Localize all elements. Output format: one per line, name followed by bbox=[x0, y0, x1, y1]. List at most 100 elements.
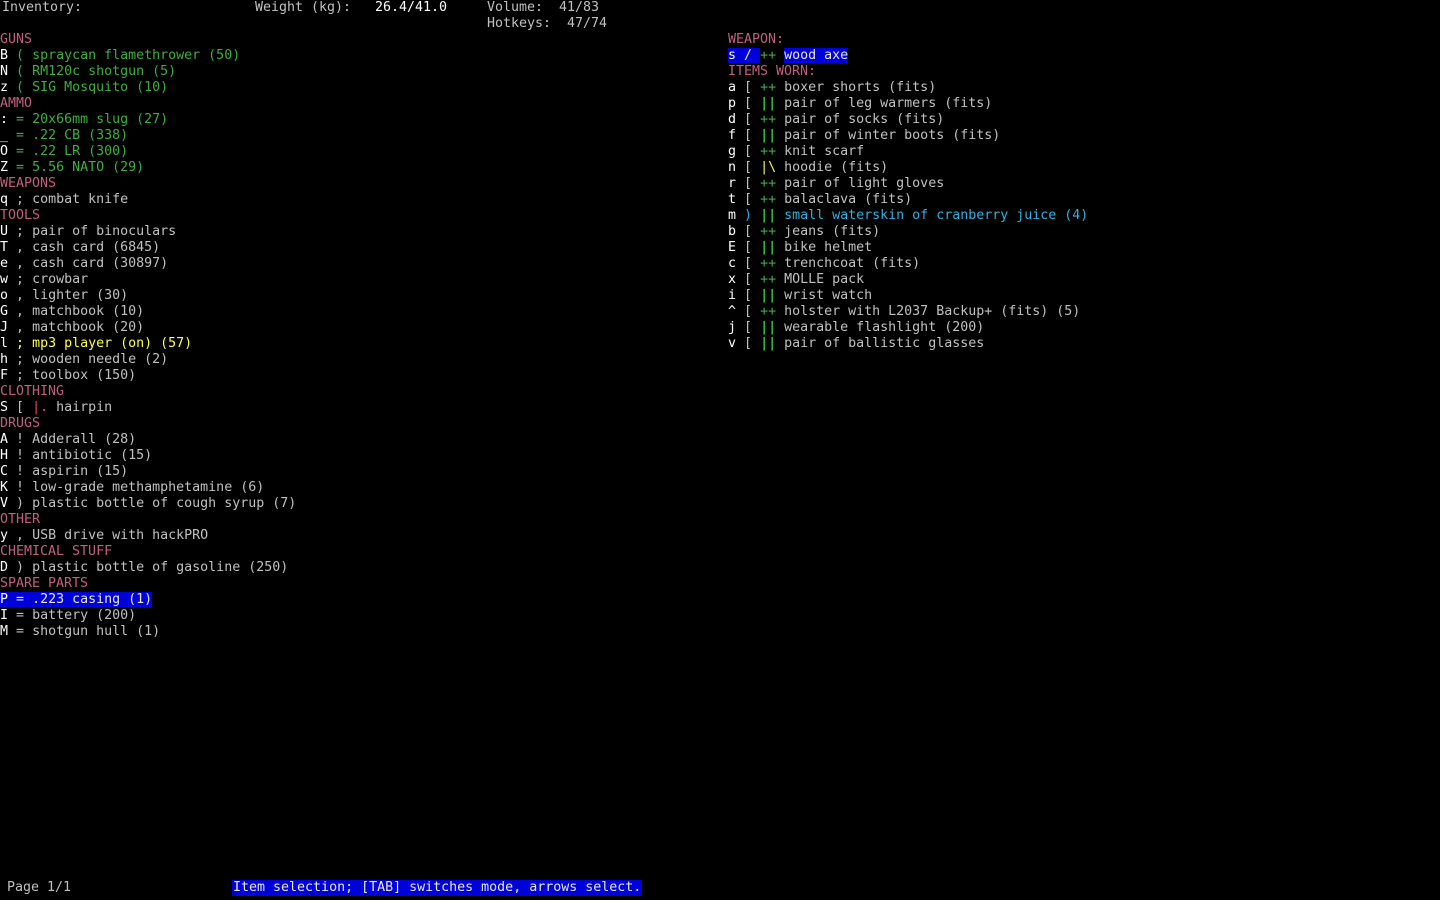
item-spacer bbox=[24, 432, 32, 447]
item-name: pair of binoculars bbox=[32, 224, 177, 239]
inventory-item[interactable]: e , cash card (30897) bbox=[0, 256, 168, 272]
volume-label: Volume: bbox=[487, 0, 544, 15]
category-header: AMMO bbox=[0, 96, 33, 111]
inventory-item[interactable]: a [ ++ boxer shorts (fits) bbox=[728, 80, 936, 96]
inventory-item[interactable]: i [ || wrist watch bbox=[728, 288, 872, 304]
item-name: .22 CB (338) bbox=[32, 128, 129, 143]
item-symbol: [ bbox=[744, 336, 753, 351]
inventory-item[interactable]: r [ ++ pair of light gloves bbox=[728, 176, 944, 192]
inventory-item[interactable]: w ; crowbar bbox=[0, 272, 88, 288]
item-hotkey: f bbox=[728, 128, 737, 143]
inventory-item[interactable]: N ( RM120c shotgun (5) bbox=[0, 64, 176, 80]
item-hotkey: T bbox=[0, 240, 9, 255]
inventory-item[interactable]: G , matchbook (10) bbox=[0, 304, 144, 320]
inventory-item[interactable]: S [ |. hairpin bbox=[0, 400, 112, 416]
inventory-item[interactable]: P = .223 casing (1) bbox=[0, 592, 153, 608]
inventory-item[interactable]: O = .22 LR (300) bbox=[0, 144, 128, 160]
inventory-item[interactable]: d [ ++ pair of socks (fits) bbox=[728, 112, 944, 128]
inventory-item[interactable]: F ; toolbox (150) bbox=[0, 368, 136, 384]
inventory-item[interactable]: l ; mp3 player (on) (57) bbox=[0, 336, 192, 352]
inventory-item[interactable]: D ) plastic bottle of gasoline (250) bbox=[0, 560, 288, 576]
item-spacer bbox=[8, 608, 16, 623]
item-condition: || bbox=[760, 208, 777, 223]
item-spacer bbox=[8, 256, 16, 271]
item-name: antibiotic (15) bbox=[32, 448, 153, 463]
item-spacer bbox=[8, 304, 16, 319]
item-spacer bbox=[752, 336, 760, 351]
inventory-item[interactable]: H ! antibiotic (15) bbox=[0, 448, 152, 464]
inventory-item[interactable]: v [ || pair of ballistic glasses bbox=[728, 336, 984, 352]
item-name: SIG Mosquito (10) bbox=[32, 80, 169, 95]
item-name: boxer shorts (fits) bbox=[784, 80, 937, 95]
item-symbol: [ bbox=[744, 256, 753, 271]
item-symbol: ( bbox=[16, 64, 25, 79]
inventory-item[interactable]: E [ || bike helmet bbox=[728, 240, 872, 256]
inventory-item[interactable]: g [ ++ knit scarf bbox=[728, 144, 864, 160]
item-symbol: [ bbox=[744, 288, 753, 303]
category-header: CHEMICAL STUFF bbox=[0, 544, 113, 559]
inventory-item[interactable]: t [ ++ balaclava (fits) bbox=[728, 192, 912, 208]
item-symbol: [ bbox=[744, 80, 753, 95]
inventory-item[interactable]: p [ || pair of leg warmers (fits) bbox=[728, 96, 992, 112]
inventory-item[interactable]: T , cash card (6845) bbox=[0, 240, 160, 256]
inventory-item[interactable]: B ( spraycan flamethrower (50) bbox=[0, 48, 240, 64]
item-spacer bbox=[8, 336, 16, 351]
item-spacer bbox=[752, 304, 760, 319]
item-name: wearable flashlight (200) bbox=[784, 320, 985, 335]
inventory-item[interactable]: o , lighter (30) bbox=[0, 288, 128, 304]
item-spacer bbox=[8, 144, 16, 159]
inventory-item[interactable]: s / ++ wood axe bbox=[728, 48, 849, 64]
inventory-item[interactable]: b [ ++ jeans (fits) bbox=[728, 224, 880, 240]
item-spacer bbox=[752, 272, 760, 287]
inventory-item[interactable]: A ! Adderall (28) bbox=[0, 432, 136, 448]
item-condition: || bbox=[760, 128, 777, 143]
item-name: pair of winter boots (fits) bbox=[784, 128, 1001, 143]
item-spacer bbox=[24, 112, 32, 127]
item-spacer bbox=[752, 112, 760, 127]
item-name: 5.56 NATO (29) bbox=[32, 160, 145, 175]
inventory-item[interactable]: x [ ++ MOLLE pack bbox=[728, 272, 864, 288]
item-symbol: = bbox=[16, 624, 25, 639]
inventory-item[interactable]: h ; wooden needle (2) bbox=[0, 352, 168, 368]
inventory-item[interactable]: K ! low-grade methamphetamine (6) bbox=[0, 480, 264, 496]
inventory-item[interactable]: J , matchbook (20) bbox=[0, 320, 144, 336]
inventory-item[interactable]: C ! aspirin (15) bbox=[0, 464, 128, 480]
item-symbol: ) bbox=[16, 496, 25, 511]
item-symbol: , bbox=[16, 320, 25, 335]
item-symbol: , bbox=[16, 240, 25, 255]
item-spacer bbox=[24, 400, 32, 415]
inventory-item[interactable]: j [ || wearable flashlight (200) bbox=[728, 320, 984, 336]
item-spacer bbox=[24, 560, 32, 575]
inventory-item[interactable]: z ( SIG Mosquito (10) bbox=[0, 80, 168, 96]
item-hotkey: a bbox=[728, 80, 737, 95]
item-spacer bbox=[776, 80, 784, 95]
item-spacer bbox=[24, 304, 32, 319]
inventory-item[interactable]: M = shotgun hull (1) bbox=[0, 624, 160, 640]
category-header: WEAPON: bbox=[728, 32, 785, 47]
inventory-item[interactable]: V ) plastic bottle of cough syrup (7) bbox=[0, 496, 296, 512]
item-hotkey: : bbox=[0, 112, 9, 127]
item-spacer bbox=[24, 480, 32, 495]
inventory-item[interactable]: U ; pair of binoculars bbox=[0, 224, 176, 240]
inventory-item[interactable]: I = battery (200) bbox=[0, 608, 136, 624]
item-spacer bbox=[752, 96, 760, 111]
inventory-item[interactable]: : = 20x66mm slug (27) bbox=[0, 112, 168, 128]
inventory-item[interactable]: m ) || small waterskin of cranberry juic… bbox=[728, 208, 1088, 224]
inventory-item[interactable]: _ = .22 CB (338) bbox=[0, 128, 128, 144]
item-spacer bbox=[8, 496, 16, 511]
item-name: pair of socks (fits) bbox=[784, 112, 945, 127]
inventory-item[interactable]: f [ || pair of winter boots (fits) bbox=[728, 128, 1000, 144]
item-hotkey: E bbox=[728, 240, 737, 255]
inventory-item[interactable]: Z = 5.56 NATO (29) bbox=[0, 160, 144, 176]
item-hotkey: C bbox=[0, 464, 9, 479]
item-spacer bbox=[8, 192, 16, 207]
item-spacer bbox=[752, 208, 760, 223]
item-name: aspirin (15) bbox=[32, 464, 129, 479]
inventory-item[interactable]: y , USB drive with hackPRO bbox=[0, 528, 208, 544]
item-spacer bbox=[24, 64, 32, 79]
inventory-item[interactable]: c [ ++ trenchcoat (fits) bbox=[728, 256, 920, 272]
inventory-item[interactable]: q ; combat knife bbox=[0, 192, 128, 208]
inventory-item[interactable]: n [ |\ hoodie (fits) bbox=[728, 160, 888, 176]
item-spacer bbox=[736, 336, 744, 351]
inventory-item[interactable]: ^ [ ++ holster with L2037 Backup+ (fits)… bbox=[728, 304, 1080, 320]
